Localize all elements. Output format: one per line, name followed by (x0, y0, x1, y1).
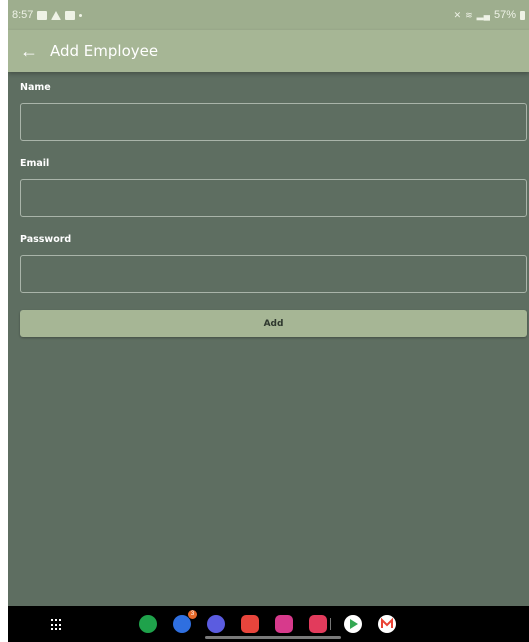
app-bar: ← Add Employee (8, 30, 529, 72)
wifi-icon: ≋ (465, 9, 473, 20)
internet-app-icon[interactable] (207, 615, 225, 633)
status-right: ✕ ≋ ▂▄ 57% (454, 9, 525, 21)
status-left: 8:57 (12, 9, 83, 21)
app-drawer-icon[interactable] (51, 619, 63, 631)
warning-icon (51, 10, 62, 20)
name-label: Name (20, 82, 51, 93)
home-indicator[interactable] (205, 636, 341, 639)
navigation-bar: 3 (8, 606, 529, 642)
name-field[interactable] (20, 103, 527, 141)
battery-text: 57% (493, 9, 516, 21)
notes-app-icon[interactable] (241, 615, 259, 633)
gmail-app-icon[interactable] (378, 615, 396, 633)
signal-icon: ▂▄ (476, 9, 490, 20)
add-button[interactable]: Add (20, 310, 527, 337)
back-button[interactable]: ← (14, 36, 44, 66)
status-time: 8:57 (12, 9, 34, 21)
play-store-app-icon[interactable] (344, 615, 362, 633)
gallery-app-icon[interactable] (275, 615, 293, 633)
messages-app-icon[interactable] (173, 615, 191, 633)
status-bar: 8:57 ✕ ≋ ▂▄ 57% (8, 0, 529, 30)
message-icon (65, 10, 76, 20)
notification-badge: 3 (188, 610, 197, 619)
device-screen: 8:57 ✕ ≋ ▂▄ 57% ← Add Employee Name Emai… (8, 0, 529, 642)
password-label: Password (20, 234, 72, 245)
phone-app-icon[interactable] (139, 615, 157, 633)
dock-divider (330, 618, 331, 630)
battery-icon (520, 10, 525, 20)
email-field[interactable] (20, 179, 527, 217)
password-field[interactable] (20, 255, 527, 293)
camera-app-icon[interactable] (309, 615, 327, 633)
mute-icon: ✕ (453, 9, 462, 20)
email-label: Email (20, 158, 50, 169)
image-icon (37, 10, 48, 20)
add-employee-form: Name Email Password Add (20, 82, 527, 337)
arrow-left-icon: ← (20, 40, 38, 61)
page-title: Add Employee (50, 42, 159, 60)
more-notifications-icon (79, 13, 83, 17)
